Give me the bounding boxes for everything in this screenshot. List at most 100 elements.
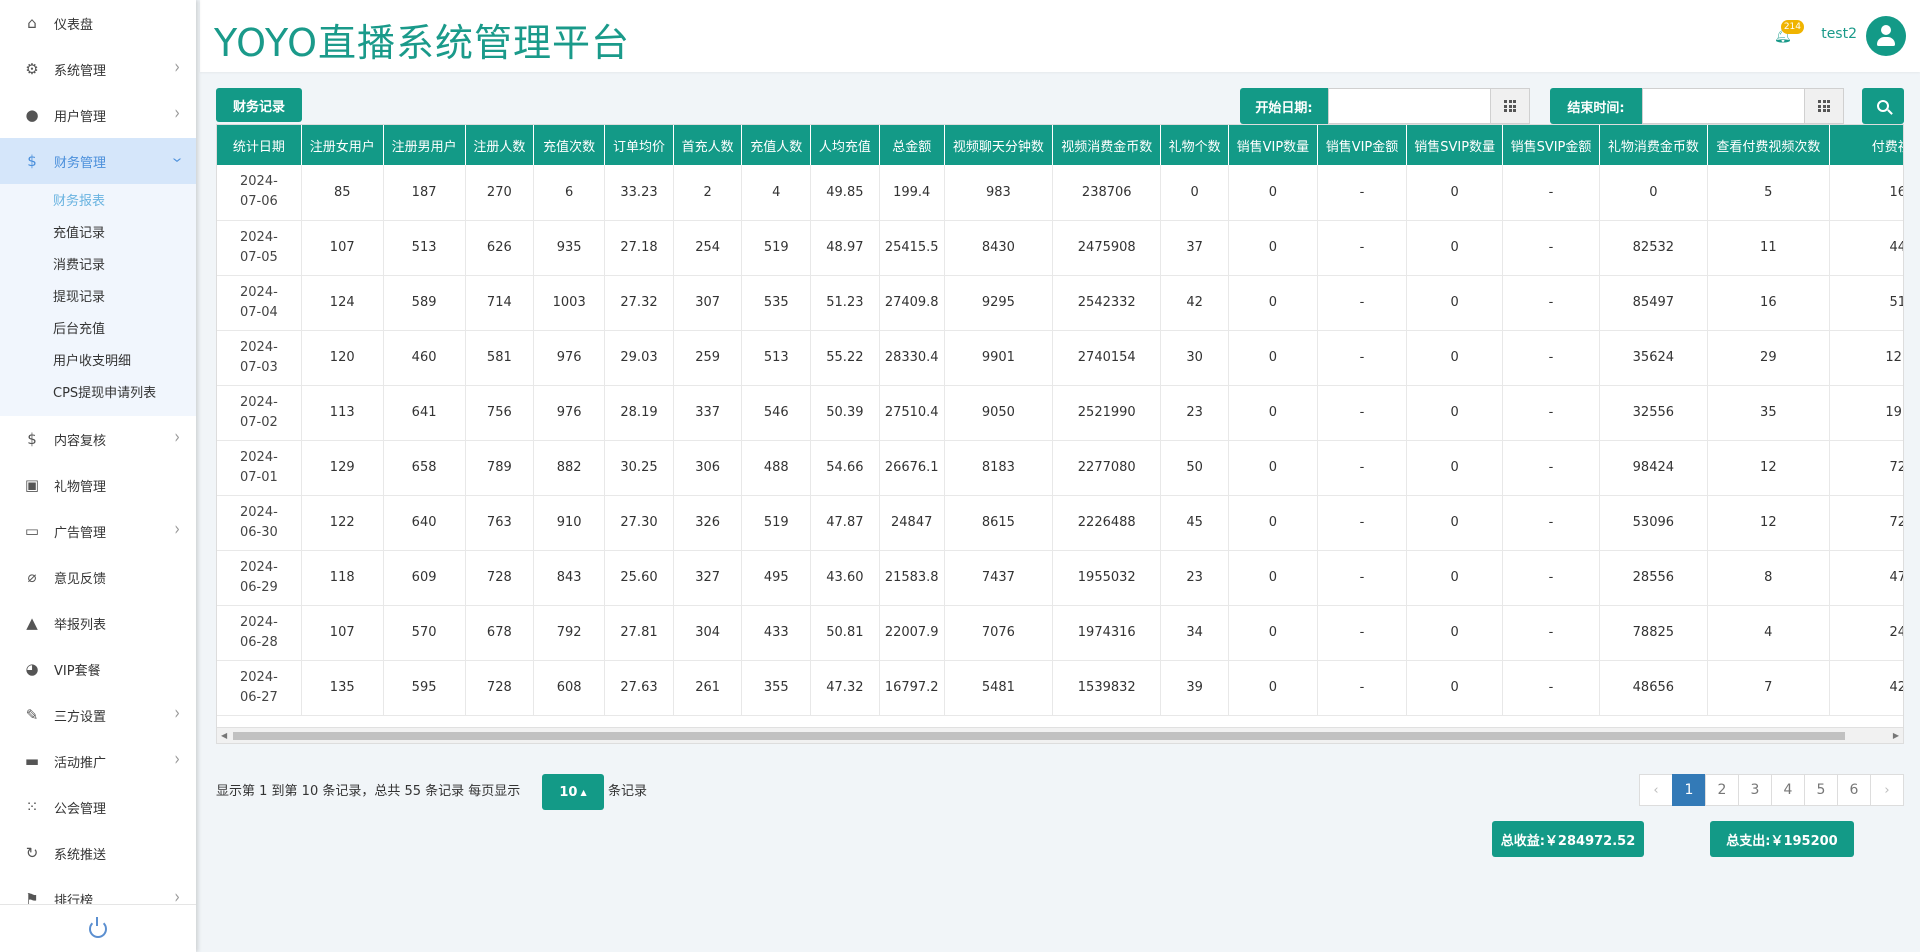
sidebar-item-label: 系统推送 <box>54 847 107 863</box>
sidebar-item-label: 系统管理 <box>54 63 107 79</box>
page-button-5[interactable]: 5 <box>1804 774 1838 806</box>
submenu-item-2[interactable]: 消费记录 <box>0 250 196 282</box>
sidebar-item-2[interactable]: ● 用户管理 › <box>0 92 196 138</box>
table-row: 2024- 07-02 113 641 756 976 28.19 337 546 50.39 2… <box>217 385 1903 441</box>
table-cell: 129 <box>301 440 384 496</box>
end-date-calendar-button[interactable] <box>1804 88 1844 124</box>
sidebar-item-13[interactable]: ↻ 系统推送 <box>0 830 196 876</box>
sidebar-item-4[interactable]: $ 内容复核 › <box>0 416 196 462</box>
sidebar-item-0[interactable]: ⌂ 仪表盘 <box>0 0 196 46</box>
table-cell: 270 <box>465 165 535 221</box>
column-header[interactable]: 销售VIP金额 <box>1317 125 1408 165</box>
column-header[interactable]: 充值人数 <box>741 125 812 165</box>
table-cell: 519 <box>741 495 812 551</box>
sidebar-item-3[interactable]: $ 财务管理 › <box>0 138 196 184</box>
page-button-1[interactable]: 1 <box>1672 774 1706 806</box>
scroll-right-arrow-icon[interactable]: ▶ <box>1893 731 1899 740</box>
table-cell: 118 <box>301 550 384 606</box>
column-header[interactable]: 统计日期 <box>217 125 302 165</box>
page-button-4[interactable]: 4 <box>1771 774 1805 806</box>
table-body: 2024- 07-06 85 187 270 6 33.23 2 4 49.85 199.4 983… <box>217 165 1903 716</box>
table-cell: 50 <box>1160 440 1229 496</box>
column-header[interactable]: 订单均价 <box>604 125 674 165</box>
table-cell: 44 <box>1829 220 1903 276</box>
page-button-3[interactable]: 3 <box>1738 774 1772 806</box>
table-cell: - <box>1502 550 1600 606</box>
table-cell: 728 <box>465 550 535 606</box>
table-cell: - <box>1317 385 1408 441</box>
scrollbar-thumb[interactable] <box>233 732 1845 740</box>
column-header[interactable]: 礼物个数 <box>1160 125 1229 165</box>
end-date-input[interactable] <box>1642 88 1804 124</box>
column-header[interactable]: 充值次数 <box>533 125 606 165</box>
sidebar-item-10[interactable]: ✎ 三方设置 › <box>0 692 196 738</box>
table-cell: 27409.8 <box>879 275 945 331</box>
page-button-2[interactable]: 2 <box>1705 774 1739 806</box>
table-cell: 2024- 06-30 <box>217 495 302 551</box>
table-cell: 433 <box>741 605 812 661</box>
start-date-calendar-button[interactable] <box>1490 88 1530 124</box>
table-scroll-area[interactable]: 统计日期 注册女用户 注册男用户 注册人数 充值次数 订单均价 首充人数 充值人数 人均充值 总金… <box>217 125 1903 743</box>
scroll-left-arrow-icon[interactable]: ◀ <box>221 731 227 740</box>
table-cell: 9901 <box>944 330 1054 386</box>
column-header[interactable]: 付费视频 <box>1829 125 1903 165</box>
username[interactable]: test2 <box>1821 26 1857 42</box>
power-icon[interactable] <box>89 916 107 938</box>
submenu-item-6[interactable]: CPS提现申请列表 <box>0 378 196 410</box>
sidebar-item-5[interactable]: ▣ 礼物管理 <box>0 462 196 508</box>
sidebar-item-8[interactable]: ▲ 举报列表 <box>0 600 196 646</box>
column-header[interactable]: 销售SVIP数量 <box>1406 125 1504 165</box>
page-button-6[interactable]: 6 <box>1837 774 1871 806</box>
sidebar-item-6[interactable]: ▭ 广告管理 › <box>0 508 196 554</box>
submenu-item-1[interactable]: 充值记录 <box>0 218 196 250</box>
table-cell: 2024- 07-06 <box>217 165 302 221</box>
submenu-item-0[interactable]: 财务报表 <box>0 186 196 218</box>
table-cell: 5 <box>1707 165 1830 221</box>
column-header[interactable]: 视频聊天分钟数 <box>944 125 1054 165</box>
table-cell: 0 <box>1228 605 1318 661</box>
table-cell: 546 <box>741 385 812 441</box>
sidebar-item-9[interactable]: ◕ VIP套餐 <box>0 646 196 692</box>
submenu-item-5[interactable]: 用户收支明细 <box>0 346 196 378</box>
table-cell: 714 <box>465 275 535 331</box>
column-header[interactable]: 销售VIP数量 <box>1228 125 1318 165</box>
table-cell: 25.60 <box>604 550 674 606</box>
prev-page-button[interactable]: ‹ <box>1639 774 1673 806</box>
horizontal-scrollbar[interactable]: ◀ ▶ <box>217 727 1903 743</box>
column-header[interactable]: 注册女用户 <box>301 125 384 165</box>
table-cell: 513 <box>741 330 812 386</box>
notification-badge: 214 <box>1780 20 1804 34</box>
page-size-value: 10 <box>559 784 578 800</box>
sidebar-item-7[interactable]: ⌀ 意见反馈 <box>0 554 196 600</box>
table-cell: 135 <box>301 660 384 716</box>
table-cell: 259 <box>673 330 743 386</box>
table-cell: 254 <box>673 220 743 276</box>
column-header[interactable]: 销售SVIP金额 <box>1502 125 1600 165</box>
start-date-input[interactable] <box>1328 88 1490 124</box>
column-header[interactable]: 礼物消费金币数 <box>1599 125 1709 165</box>
finance-records-button[interactable]: 财务记录 <box>216 88 302 122</box>
submenu-item-4[interactable]: 后台充值 <box>0 314 196 346</box>
next-page-button[interactable]: › <box>1870 774 1904 806</box>
column-header[interactable]: 首充人数 <box>673 125 743 165</box>
avatar[interactable] <box>1866 16 1906 56</box>
search-button[interactable] <box>1862 88 1904 124</box>
sidebar-item-label: 广告管理 <box>54 525 107 541</box>
column-header[interactable]: 注册人数 <box>465 125 535 165</box>
column-header[interactable]: 注册男用户 <box>383 125 466 165</box>
grid-icon: ⁙ <box>25 798 39 816</box>
sidebar-item-11[interactable]: ▬ 活动推广 › <box>0 738 196 784</box>
page-size-dropdown[interactable]: 10 ▲ <box>542 774 604 810</box>
table-cell: 2024- 06-28 <box>217 605 302 661</box>
column-header[interactable]: 查看付费视频次数 <box>1707 125 1830 165</box>
table-cell: 337 <box>673 385 743 441</box>
submenu-item-3[interactable]: 提现记录 <box>0 282 196 314</box>
sidebar-item-1[interactable]: ⚙ 系统管理 › <box>0 46 196 92</box>
total-income-button[interactable]: 总收益:￥284972.52 <box>1492 821 1644 857</box>
total-expense-button[interactable]: 总支出:￥195200 <box>1710 821 1854 857</box>
sidebar-item-12[interactable]: ⁙ 公会管理 <box>0 784 196 830</box>
column-header[interactable]: 视频消费金币数 <box>1052 125 1162 165</box>
briefcase-icon: ▬ <box>24 752 40 770</box>
column-header[interactable]: 人均充值 <box>810 125 880 165</box>
column-header[interactable]: 总金额 <box>879 125 945 165</box>
